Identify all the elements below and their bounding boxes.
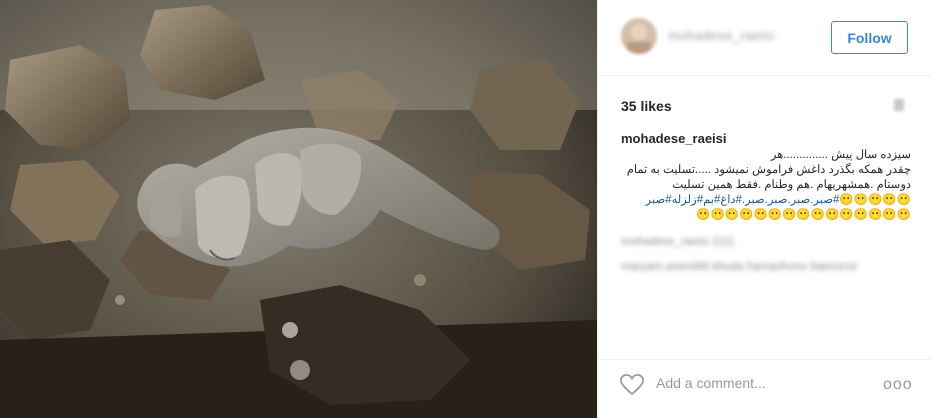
instagram-post-view: mohadese_raeisi Follow 35 likes mohadese… — [0, 0, 931, 418]
caption-hashtags[interactable]: 😶😶😶😶😶#صبر.صبر.صبر.صبر.#داغ#بم#زلزله#صبر — [621, 193, 911, 208]
caption-line-2: چقدر همکه بگذرد داغش فراموش نمیشود .....… — [626, 164, 911, 176]
heart-icon[interactable] — [620, 374, 644, 396]
caption-line-3: دوستام .همشهریهام .هم وطنام .فقط همین تس… — [672, 179, 911, 191]
caption-section: mohadese_raeisi سیزده سال پیش ..........… — [621, 131, 911, 275]
avatar[interactable] — [621, 18, 657, 54]
likes-count[interactable]: 35 likes — [621, 98, 672, 114]
add-comment-input[interactable]: Add a comment... — [656, 375, 766, 391]
follow-button[interactable]: Follow — [831, 21, 908, 54]
blurred-comment: mohadese_raeisi 1111 — [621, 236, 735, 248]
save-icon[interactable] — [892, 98, 906, 112]
post-photo[interactable] — [0, 0, 597, 418]
post-sidebar: mohadese_raeisi Follow 35 likes mohadese… — [597, 0, 931, 418]
comment-bar: Add a comment... ooo — [598, 359, 931, 418]
post-header: mohadese_raeisi Follow — [598, 0, 931, 76]
caption-username[interactable]: mohadese_raeisi — [621, 131, 911, 146]
header-username[interactable]: mohadese_raeisi — [668, 28, 775, 43]
caption-emoji-line: 😶😶😶😶😶😶😶😶😶😶😶😶😶😶😶 — [696, 209, 911, 221]
caption-line-1: سیزده سال پیش ..............هر — [770, 149, 911, 161]
avatar-image — [621, 18, 657, 54]
post-photo-image — [0, 0, 597, 418]
more-options-icon[interactable]: ooo — [883, 376, 913, 394]
blurred-comment: maryam.asemi66 khoda hamashono biamorze — [621, 261, 858, 273]
